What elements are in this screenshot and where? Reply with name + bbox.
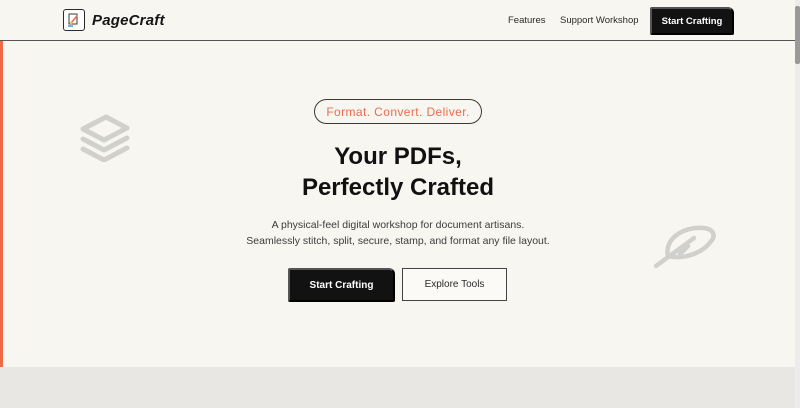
brand-name: PageCraft [92, 11, 165, 29]
hero-subtitle: A physical-feel digital workshop for doc… [230, 217, 566, 249]
headline-line-1: Your PDFs, [334, 143, 462, 170]
page: PageCraft Features Support Workshop Star… [0, 0, 800, 408]
explore-tools-button[interactable]: Explore Tools [402, 268, 507, 301]
hero-tagline-badge: Format. Convert. Deliver. [314, 99, 482, 124]
nav-link-support-workshop[interactable]: Support Workshop [560, 15, 639, 26]
left-accent-bar [0, 41, 3, 367]
subtitle-line-1: A physical-feel digital workshop for doc… [271, 219, 525, 231]
next-section-band [0, 367, 795, 408]
feather-icon [652, 222, 718, 275]
nav-link-features[interactable]: Features [508, 15, 546, 26]
brand[interactable]: PageCraft [63, 9, 165, 31]
scrollbar-thumb[interactable] [795, 6, 800, 64]
start-crafting-button[interactable]: Start Crafting [288, 268, 395, 302]
headline-line-2: Perfectly Crafted [301, 174, 495, 201]
hero-headline: Your PDFs, Perfectly Crafted [248, 141, 548, 203]
subtitle-line-2: Seamlessly stitch, split, secure, stamp,… [246, 235, 550, 247]
header-start-crafting-button[interactable]: Start Crafting [650, 7, 734, 35]
page-scrollbar[interactable] [795, 0, 800, 408]
top-navbar: PageCraft Features Support Workshop Star… [0, 0, 795, 41]
stacked-layers-icon [78, 112, 132, 167]
pagecraft-logo-icon [63, 9, 85, 31]
